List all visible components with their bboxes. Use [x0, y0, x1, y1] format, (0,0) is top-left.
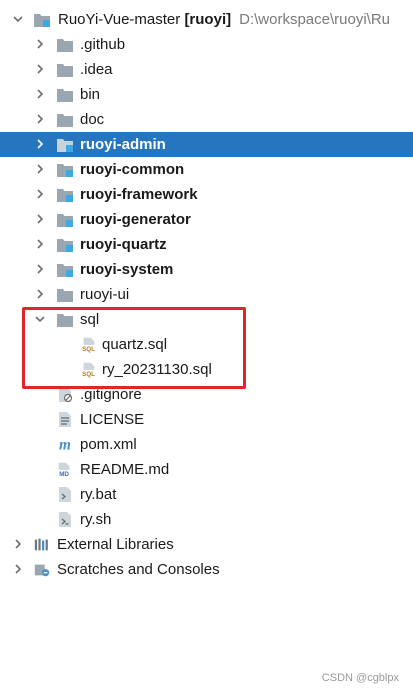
chevron-right-icon[interactable] [33, 137, 47, 151]
tree-item-pom-xml[interactable]: m pom.xml [0, 432, 413, 457]
tree-item-ruoyi-common[interactable]: ruoyi-common [0, 157, 413, 182]
batch-file-icon [56, 486, 74, 503]
tree-item-label: LICENSE [80, 411, 145, 428]
tree-item-ruoyi-ui[interactable]: ruoyi-ui [0, 282, 413, 307]
chevron-right-icon[interactable] [33, 187, 47, 201]
tree-item-label: External Libraries [57, 536, 174, 553]
tree-item-scratches[interactable]: Scratches and Consoles [0, 557, 413, 582]
chevron-right-icon[interactable] [11, 562, 25, 576]
tree-item-label: ry.bat [80, 486, 117, 503]
tree-item-doc[interactable]: doc [0, 107, 413, 132]
tree-item-external-libraries[interactable]: External Libraries [0, 532, 413, 557]
watermark: CSDN @cgblpx [321, 672, 399, 684]
project-root-row[interactable]: RuoYi-Vue-master [ruoyi] D:\workspace\ruo… [0, 7, 413, 32]
tree-item-label: ry.sh [80, 511, 112, 528]
chevron-right-icon[interactable] [33, 287, 47, 301]
project-module-tag: [ruoyi] [184, 11, 232, 28]
module-folder-icon [56, 186, 74, 203]
tree-item-license[interactable]: LICENSE [0, 407, 413, 432]
folder-icon [56, 36, 74, 53]
tree-item-ruoyi-quartz[interactable]: ruoyi-quartz [0, 232, 413, 257]
text-file-icon [56, 411, 74, 428]
tree-item-label: README.md [80, 461, 170, 478]
tree-item-label: doc [80, 111, 105, 128]
tree-item-label: pom.xml [80, 436, 137, 453]
scratches-icon [33, 561, 51, 578]
module-folder-icon [33, 11, 51, 28]
tree-item-label: ruoyi-common [80, 161, 185, 178]
chevron-right-icon[interactable] [33, 112, 47, 126]
tree-item-ruoyi-system[interactable]: ruoyi-system [0, 257, 413, 282]
module-folder-icon [56, 211, 74, 228]
tree-item-label: ruoyi-generator [80, 211, 191, 228]
tree-item-label: ruoyi-ui [80, 286, 130, 303]
tree-item-label: ruoyi-quartz [80, 236, 167, 253]
markdown-file-icon: MD [56, 461, 74, 478]
tree-item-idea[interactable]: .idea [0, 57, 413, 82]
tree-item-bin[interactable]: bin [0, 82, 413, 107]
chevron-right-icon[interactable] [11, 537, 25, 551]
tree-item-label: ruoyi-system [80, 261, 174, 278]
tree-item-github[interactable]: .github [0, 32, 413, 57]
chevron-right-icon[interactable] [33, 262, 47, 276]
chevron-right-icon[interactable] [33, 212, 47, 226]
folder-icon [56, 61, 74, 78]
module-folder-icon [56, 236, 74, 253]
folder-icon [56, 111, 74, 128]
tree-item-ry-bat[interactable]: ry.bat [0, 482, 413, 507]
tree-item-label: .github [80, 36, 126, 53]
folder-icon [56, 86, 74, 103]
tree-item-label: ruoyi-admin [80, 136, 166, 153]
chevron-right-icon[interactable] [33, 237, 47, 251]
tree-item-label: Scratches and Consoles [57, 561, 220, 578]
tree-item-ry-sh[interactable]: ry.sh [0, 507, 413, 532]
chevron-down-icon[interactable] [11, 12, 25, 26]
module-folder-icon [56, 136, 74, 153]
highlight-box [22, 307, 246, 389]
libraries-icon [33, 536, 51, 553]
tree-item-label: ruoyi-framework [80, 186, 198, 203]
project-name: RuoYi-Vue-master [58, 11, 181, 28]
tree-item-ruoyi-admin[interactable]: ruoyi-admin [0, 132, 413, 157]
chevron-right-icon[interactable] [33, 62, 47, 76]
chevron-right-icon[interactable] [33, 87, 47, 101]
tree-item-readme[interactable]: MD README.md [0, 457, 413, 482]
tree-item-label: .idea [80, 61, 113, 78]
project-path: D:\workspace\ruoyi\Ru [239, 11, 390, 28]
module-folder-icon [56, 261, 74, 278]
shell-file-icon [56, 511, 74, 528]
md-badge-text: MD [59, 471, 69, 478]
maven-glyph: m [59, 436, 71, 453]
module-folder-icon [56, 161, 74, 178]
tree-item-ruoyi-framework[interactable]: ruoyi-framework [0, 182, 413, 207]
tree-item-label: bin [80, 86, 101, 103]
tree-item-ruoyi-generator[interactable]: ruoyi-generator [0, 207, 413, 232]
folder-icon [56, 286, 74, 303]
maven-icon: m [56, 436, 74, 453]
chevron-right-icon[interactable] [33, 37, 47, 51]
project-root-label: RuoYi-Vue-master [ruoyi] D:\workspace\ruo… [58, 10, 390, 29]
chevron-right-icon[interactable] [33, 162, 47, 176]
